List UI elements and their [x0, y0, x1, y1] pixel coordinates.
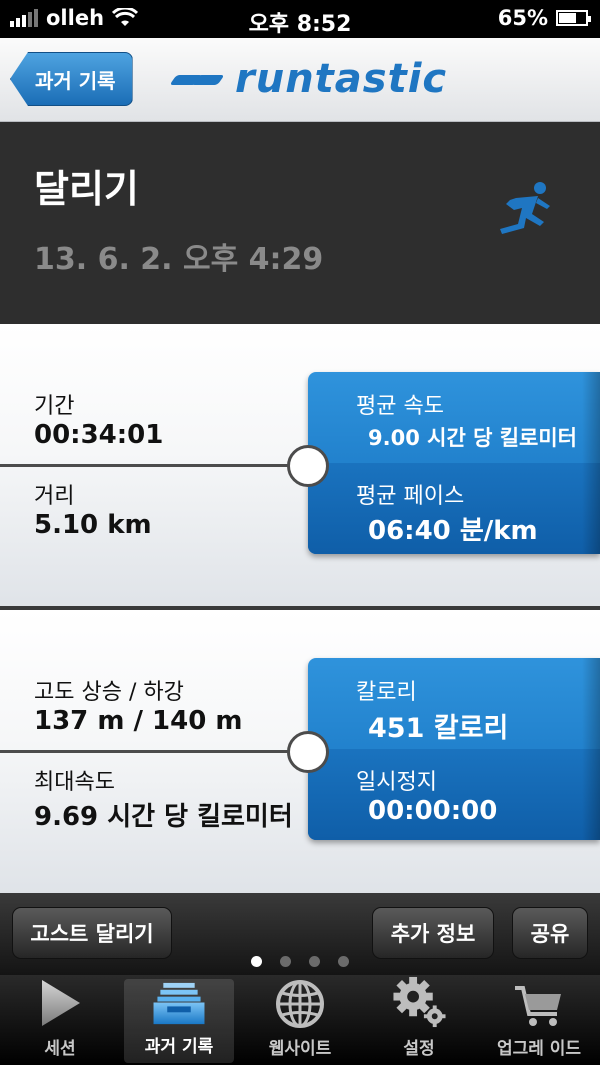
distance-label: 거리 — [34, 484, 75, 509]
tab-website[interactable]: 웹사이트 — [245, 975, 355, 1065]
page-dot[interactable] — [338, 956, 349, 967]
panel-knob — [287, 445, 329, 487]
tab-upgrade[interactable]: 업그레 이드 — [484, 975, 594, 1065]
max-speed-value: 9.69 시간 당 킬로미터 — [34, 802, 293, 832]
battery-icon — [556, 10, 591, 26]
connector-line — [0, 750, 300, 753]
page-dot[interactable] — [280, 956, 291, 967]
stats-panel-elevation-calories: 고도 상승 / 하강 137 m / 140 m 최대속도 9.69 시간 당 … — [0, 610, 600, 895]
more-info-button[interactable]: 추가 정보 — [372, 907, 494, 959]
pause-value: 00:00:00 — [368, 796, 498, 826]
cart-icon — [515, 986, 561, 1026]
tab-history[interactable]: 과거 기록 — [124, 979, 234, 1063]
calories-pause-card: 칼로리 451 칼로리 일시정지 00:00:00 — [308, 658, 600, 840]
logo-text: runtastic — [235, 56, 448, 102]
back-button[interactable]: 과거 기록 — [10, 52, 133, 106]
tab-label: 웹사이트 — [268, 1039, 332, 1059]
activity-title: 달리기 — [34, 167, 139, 211]
avg-pace-label: 평균 페이스 — [356, 484, 465, 509]
history-tray-icon — [153, 982, 205, 1025]
avg-speed-value: 9.00 시간 당 킬로미터 — [368, 426, 577, 450]
calories-value: 451 칼로리 — [368, 713, 509, 744]
tab-label: 업그레 이드 — [496, 1039, 582, 1059]
tab-label: 세션 — [44, 1039, 76, 1059]
activity-date: 13. 6. 2. 오후 4:29 — [34, 242, 324, 277]
gear-icon — [393, 976, 446, 1028]
logo-mark-icon — [165, 61, 227, 97]
play-icon — [42, 980, 80, 1026]
battery-info: 65% — [497, 6, 591, 30]
session-header: 달리기 13. 6. 2. 오후 4:29 — [0, 122, 600, 324]
battery-percent: 65% — [497, 6, 548, 30]
avg-speed-label: 평균 속도 — [356, 394, 444, 419]
page-dot[interactable] — [251, 956, 262, 967]
action-bar: 고스트 달리기 추가 정보 공유 — [0, 893, 600, 975]
navigation-bar: 과거 기록 runtastic — [0, 38, 600, 122]
panel-knob — [287, 731, 329, 773]
status-bar: olleh 오후 8:52 65% — [0, 0, 600, 38]
speed-pace-card: 평균 속도 9.00 시간 당 킬로미터 평균 페이스 06:40 분/km — [308, 372, 600, 554]
tab-label: 설정 — [403, 1039, 435, 1059]
page-dot[interactable] — [309, 956, 320, 967]
elevation-value: 137 m / 140 m — [34, 706, 243, 736]
share-button[interactable]: 공유 — [512, 907, 588, 959]
connector-line — [0, 464, 300, 467]
calories-label: 칼로리 — [356, 680, 417, 705]
runtastic-logo: runtastic — [165, 56, 447, 102]
tab-label: 과거 기록 — [144, 1037, 214, 1057]
pause-label: 일시정지 — [356, 770, 437, 795]
tab-session[interactable]: 세션 — [5, 975, 115, 1065]
ghost-run-button[interactable]: 고스트 달리기 — [12, 907, 172, 959]
tab-settings[interactable]: 설정 — [364, 975, 474, 1065]
tab-bar: 세션 과거 기록 웹사이트 설정 업그레 이드 — [0, 975, 600, 1065]
duration-value: 00:34:01 — [34, 420, 164, 450]
stats-panel-time-distance: 기간 00:34:01 거리 5.10 km 평균 속도 9.00 시간 당 킬… — [0, 324, 600, 609]
distance-value: 5.10 km — [34, 510, 152, 540]
globe-icon — [276, 980, 324, 1028]
page-indicator[interactable] — [0, 956, 600, 967]
avg-pace-value: 06:40 분/km — [368, 516, 538, 546]
runner-icon — [500, 182, 550, 234]
duration-label: 기간 — [34, 394, 75, 419]
max-speed-label: 최대속도 — [34, 770, 115, 795]
elevation-label: 고도 상승 / 하강 — [34, 680, 184, 705]
